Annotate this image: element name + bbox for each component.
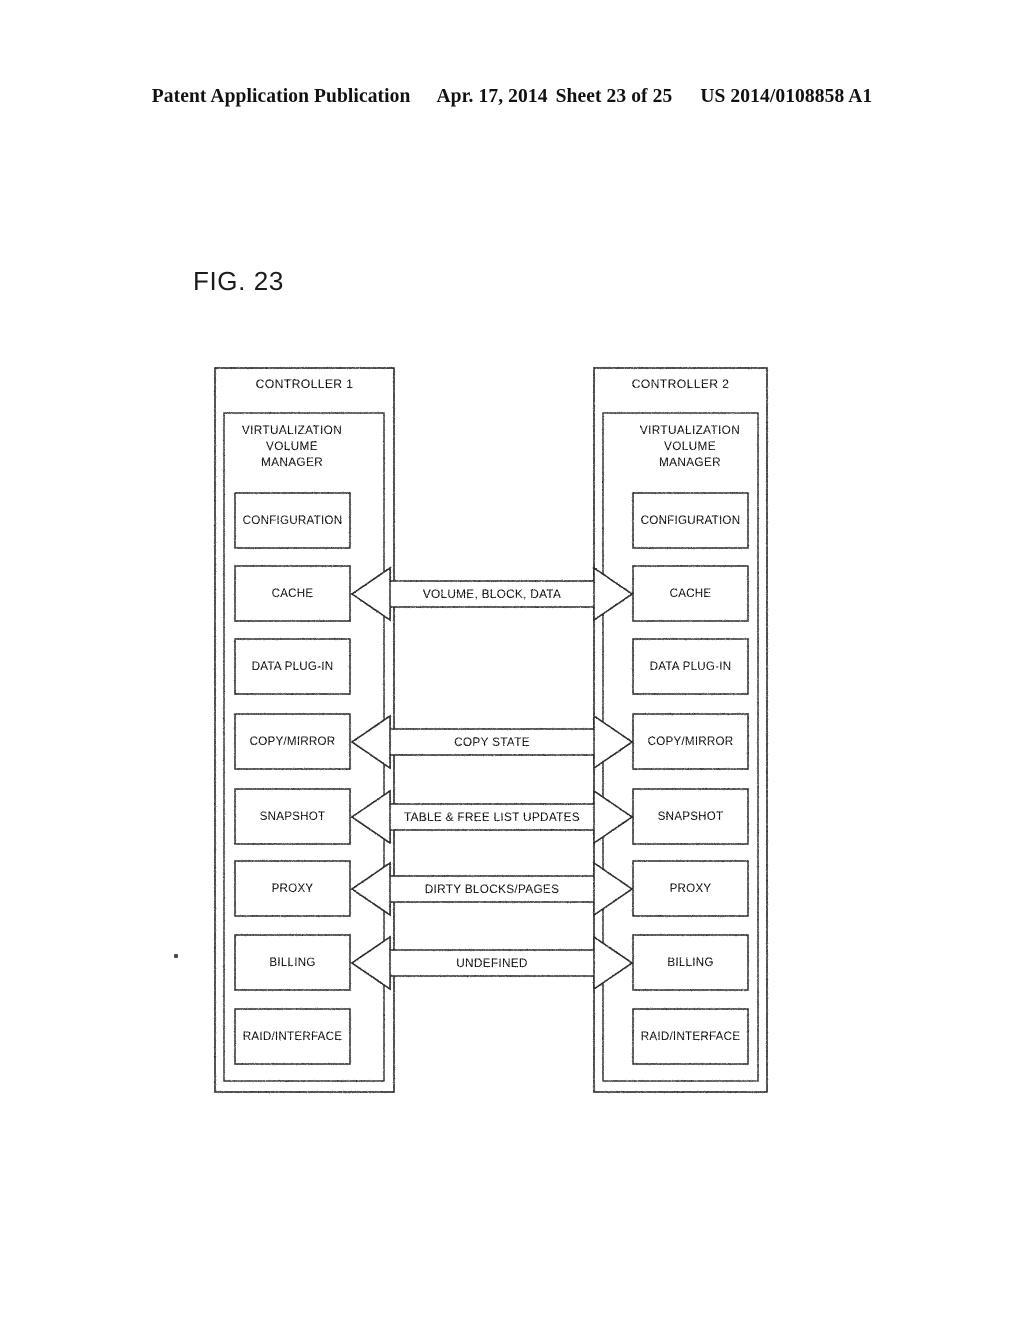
- controller-1-module-snapshot[interactable]: SNAPSHOT: [234, 788, 351, 845]
- controller-1-vvm-title-line-3: MANAGER: [261, 455, 323, 469]
- patent-page: Patent Application Publication Apr. 17, …: [0, 0, 1024, 1320]
- controller-2-module-copy-mirror[interactable]: COPY/MIRROR: [632, 713, 749, 770]
- diagram-canvas: CONTROLLER 1 VIRTUALIZATION VOLUME MANAG…: [214, 367, 768, 1093]
- figure-diagram: CONTROLLER 1 VIRTUALIZATION VOLUME MANAG…: [0, 0, 1024, 1320]
- controller-2-module-raid-interface[interactable]: RAID/INTERFACE: [632, 1008, 749, 1065]
- controller-2-vvm-title-line-1: VIRTUALIZATION: [640, 423, 740, 437]
- controller-2-title: CONTROLLER 2: [632, 377, 730, 391]
- connection-label: UNDEFINED: [456, 956, 528, 970]
- controller-1-title: CONTROLLER 1: [256, 377, 354, 391]
- module-label: RAID/INTERFACE: [243, 1030, 342, 1043]
- controller-1-module-data-plug-in[interactable]: DATA PLUG-IN: [234, 638, 351, 695]
- connection-label: TABLE & FREE LIST UPDATES: [404, 810, 580, 824]
- controller-2-module-proxy[interactable]: PROXY: [632, 860, 749, 917]
- controller-1-group: CONTROLLER 1 VIRTUALIZATION VOLUME MANAG…: [214, 367, 395, 1093]
- connection-label: COPY STATE: [454, 735, 530, 749]
- controller-1-module-cache[interactable]: CACHE: [234, 565, 351, 622]
- module-label: BILLING: [667, 956, 713, 969]
- module-label: PROXY: [670, 882, 712, 895]
- module-label: CACHE: [272, 587, 314, 600]
- module-label: CONFIGURATION: [243, 514, 343, 527]
- module-label: COPY/MIRROR: [250, 735, 336, 748]
- controller-1-module-configuration[interactable]: CONFIGURATION: [234, 492, 351, 549]
- controller-1-module-raid-interface[interactable]: RAID/INTERFACE: [234, 1008, 351, 1065]
- controller-2-group: CONTROLLER 2 VIRTUALIZATION VOLUME MANAG…: [593, 367, 768, 1093]
- controller-2-vvm-title-line-3: MANAGER: [659, 455, 721, 469]
- controller-2-vvm-title-line-2: VOLUME: [664, 439, 716, 453]
- module-label: PROXY: [272, 882, 314, 895]
- module-label: BILLING: [269, 956, 315, 969]
- controller-1-module-proxy[interactable]: PROXY: [234, 860, 351, 917]
- connection-label: VOLUME, BLOCK, DATA: [423, 587, 561, 601]
- module-label: DATA PLUG-IN: [650, 660, 732, 673]
- controller-2-module-data-plug-in[interactable]: DATA PLUG-IN: [632, 638, 749, 695]
- module-label: COPY/MIRROR: [648, 735, 734, 748]
- controller-2-module-billing[interactable]: BILLING: [632, 934, 749, 991]
- controller-1-module-billing[interactable]: BILLING: [234, 934, 351, 991]
- module-label: RAID/INTERFACE: [641, 1030, 740, 1043]
- module-label: SNAPSHOT: [658, 810, 724, 823]
- controller-2-module-configuration[interactable]: CONFIGURATION: [632, 492, 749, 549]
- controller-1-vvm-title-line-1: VIRTUALIZATION: [242, 423, 342, 437]
- connection-label: DIRTY BLOCKS/PAGES: [425, 882, 560, 896]
- controller-1-module-copy-mirror[interactable]: COPY/MIRROR: [234, 713, 351, 770]
- controller-1-vvm-title-line-2: VOLUME: [266, 439, 318, 453]
- module-label: CONFIGURATION: [641, 514, 741, 527]
- module-label: SNAPSHOT: [260, 810, 326, 823]
- module-label: DATA PLUG-IN: [252, 660, 334, 673]
- controller-2-module-snapshot[interactable]: SNAPSHOT: [632, 788, 749, 845]
- module-label: CACHE: [670, 587, 712, 600]
- controller-2-module-cache[interactable]: CACHE: [632, 565, 749, 622]
